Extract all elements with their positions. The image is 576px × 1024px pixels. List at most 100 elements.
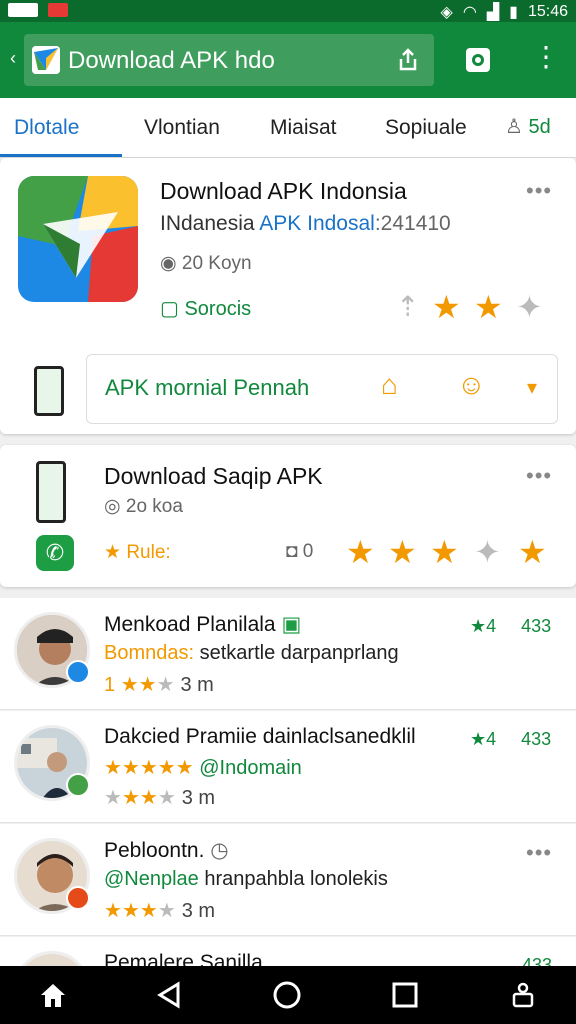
featured-title-part: Download AP xyxy=(160,178,299,204)
list-item[interactable]: Menkoad Planilala ▣ Bomndas: setkartle d… xyxy=(0,598,576,710)
list-item-sub-text: hranpahbla lonolekis xyxy=(204,868,388,890)
share-icon[interactable] xyxy=(394,46,422,74)
list-item-title: Pebloontn. ◷ xyxy=(104,838,229,863)
clock-icon: ◷ xyxy=(210,839,229,862)
star-empty-icon: ✦ xyxy=(474,534,501,570)
app-badge-icon: ▣ xyxy=(281,613,302,636)
arrow-up-icon[interactable]: ⇡ xyxy=(396,290,419,323)
list-item[interactable]: Dakcied Pramiie dainlaclsanedklil ★★★★★ … xyxy=(0,711,576,823)
featured-overflow-icon[interactable]: ••• xyxy=(526,178,552,204)
second-overflow-icon[interactable]: ••• xyxy=(526,463,552,489)
vibrate-icon: ◈ xyxy=(440,4,453,21)
featured-tag-label: Sorocis xyxy=(184,298,252,320)
star-icon: ★ xyxy=(104,542,122,563)
list-item-title-text: Menkoad Planilala xyxy=(104,613,276,636)
list-item-rating: 1 ★★★ 3 m xyxy=(104,672,214,697)
users-icon: ◉ xyxy=(160,253,177,274)
tab-miaisat[interactable]: Miaisat xyxy=(270,116,337,140)
list-item-score: ★4 433 xyxy=(470,729,552,749)
title-bar-field[interactable]: Download APK hdo xyxy=(24,34,434,86)
list-item-overflow-icon[interactable]: ••• xyxy=(526,840,552,866)
star-icon: ★ xyxy=(138,674,157,696)
recents-icon[interactable] xyxy=(390,980,420,1010)
list-item-score-value: 433 xyxy=(521,729,552,749)
list-item-score: ★4 433 xyxy=(470,616,552,636)
rating-prefix: 1 xyxy=(104,674,116,696)
status-right: ◈ ◠ ▟ ▮ 15:46 xyxy=(441,2,568,22)
list-item-score-value: 433 xyxy=(521,616,552,636)
second-app-card[interactable]: Download Saqip APK ◎ 2o koa ••• ✆ ★ Rule… xyxy=(0,445,576,587)
camera-outline-icon: ◘ xyxy=(286,541,298,562)
tab-users-label: 5d xyxy=(528,116,551,138)
active-tab-indicator xyxy=(0,154,122,157)
status-time: 15:46 xyxy=(527,3,568,20)
app-bar-title: Download APK hdo xyxy=(68,47,275,74)
list-item-title-text: Pebloontn. xyxy=(104,839,205,862)
signal-icon: ▟ xyxy=(486,4,500,21)
star-icon: ★ xyxy=(470,729,487,749)
star-empty-icon: ★ xyxy=(157,787,176,809)
verified-badge-icon xyxy=(66,773,90,797)
list-item-time: 3 m xyxy=(181,787,216,809)
circle-home-icon[interactable] xyxy=(272,980,302,1010)
list-item-sub-label[interactable]: @Nenplae xyxy=(104,868,199,890)
featured-subtitle-code: :241410 xyxy=(374,212,451,235)
list-item-subtitle: Bomndas: setkartle darpanprlang xyxy=(104,642,399,665)
star-icon: ★ xyxy=(432,289,461,325)
star-icon: ★ xyxy=(121,900,140,922)
call-icon[interactable]: ✆ xyxy=(36,535,74,571)
featured-subtitle-link[interactable]: APK Indosal xyxy=(259,212,375,235)
rule-label-text: Rule: xyxy=(126,542,171,563)
star-empty-icon: ★ xyxy=(104,787,122,809)
list-item-sub-text[interactable]: @Indomain xyxy=(199,757,302,779)
tab-vlontian[interactable]: Vlontian xyxy=(144,116,220,140)
person-icon[interactable]: ☺ xyxy=(457,369,486,401)
list-item-sub-label: Bomndas: xyxy=(104,642,195,664)
home-icon[interactable] xyxy=(38,980,68,1010)
phone-icon xyxy=(34,366,64,416)
status-notifications xyxy=(8,3,68,17)
device-icon xyxy=(36,461,66,523)
list-item-title: Menkoad Planilala ▣ xyxy=(104,612,301,637)
camera-count[interactable]: ◘ 0 xyxy=(286,541,313,563)
featured-subtitle: INdanesia APK Indosal:241410 xyxy=(160,212,451,236)
second-users-label: 2o koa xyxy=(125,496,183,517)
star-icon: ★ xyxy=(388,534,417,570)
banner-text: APK mornial Pennah xyxy=(105,375,310,400)
featured-title: Download APK Indonsia xyxy=(160,178,407,205)
star-empty-icon: ★ xyxy=(156,674,175,696)
list-item-rating: ★★★★ 3 m xyxy=(104,785,215,810)
list-item-time: 3 m xyxy=(180,674,214,696)
featured-tag[interactable]: ▢ Sorocis xyxy=(160,296,251,321)
app-logo-icon xyxy=(32,46,60,74)
tab-users[interactable]: ♙ 5d xyxy=(505,114,551,139)
home-outline-icon[interactable]: ⌂ xyxy=(381,369,398,401)
tab-bar: Dlotale Vlontian Miaisat Sopiuale ♙ 5d xyxy=(0,98,576,158)
back-icon[interactable] xyxy=(154,980,184,1010)
banner-action[interactable]: APK mornial Pennah ⌂ ☺ ▾ xyxy=(86,354,558,424)
app-bar: ‹ Download APK hdo ⋮ xyxy=(0,22,576,98)
verified-badge-icon xyxy=(66,886,90,910)
overflow-menu-icon[interactable]: ⋮ xyxy=(528,42,564,78)
list-item-subtitle: ★★★★★ @Indomain xyxy=(104,755,302,780)
dropdown-icon[interactable]: ▾ xyxy=(527,375,537,400)
second-users: ◎ 2o koa xyxy=(104,495,183,518)
star-icon: ★ xyxy=(120,674,139,696)
notification-alert-icon xyxy=(48,3,68,17)
featured-app-card[interactable]: Download APK Indonsia INdanesia APK Indo… xyxy=(0,158,576,434)
rule-label: ★ Rule: xyxy=(104,541,171,564)
camera-icon[interactable] xyxy=(460,42,496,78)
tab-dlotale[interactable]: Dlotale xyxy=(14,116,79,140)
rating-stars-icon: ★★★★★ xyxy=(104,757,194,779)
navigation-bar xyxy=(0,966,576,1024)
featured-title-part: K Indonsia xyxy=(298,178,407,204)
accessibility-icon[interactable] xyxy=(508,980,538,1010)
star-icon: ★ xyxy=(346,534,375,570)
featured-subtitle-part: INdanesia xyxy=(160,212,255,235)
tab-sopiuale[interactable]: Sopiuale xyxy=(385,116,467,140)
back-arrow-icon[interactable]: ‹ xyxy=(10,48,16,69)
star-icon: ★ xyxy=(518,534,547,570)
verified-badge-icon xyxy=(66,660,90,684)
star-icon: ★ xyxy=(430,534,459,570)
list-item[interactable]: Pebloontn. ◷ @Nenplae hranpahbla lonolek… xyxy=(0,824,576,936)
